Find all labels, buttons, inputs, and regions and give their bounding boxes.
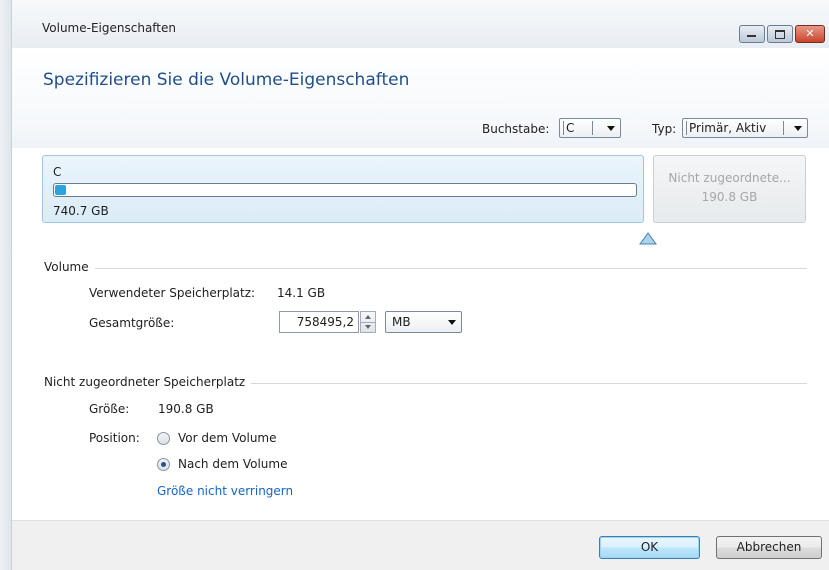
spin-down-button[interactable] — [361, 322, 375, 332]
arrow-up-icon — [365, 315, 371, 319]
unallocated-section-title: Nicht zugeordneter Speicherplatz — [44, 375, 252, 389]
total-size-input[interactable]: 758495,2 — [279, 311, 359, 333]
chevron-down-icon — [448, 320, 456, 325]
total-size-value: 758495,2 — [296, 315, 354, 329]
volume-usage-bar — [53, 183, 637, 197]
radio-selected-dot — [161, 462, 166, 467]
unallocated-size: 190.8 GB — [701, 190, 758, 204]
used-space-value: 14.1 GB — [277, 286, 326, 300]
unallocated-partition-block[interactable]: Nicht zugeordnete... 190.8 GB — [653, 155, 806, 223]
unit-dropdown[interactable]: MB — [385, 311, 462, 333]
total-size-spinner[interactable] — [360, 311, 376, 333]
volume-section-title: Volume — [44, 260, 95, 274]
chevron-down-icon — [794, 126, 802, 131]
window-left-edge — [0, 0, 12, 570]
unallocated-label: Nicht zugeordnete... — [668, 171, 791, 185]
radio-before-volume[interactable] — [157, 432, 170, 445]
position-label: Position: — [89, 431, 140, 445]
total-size-label: Gesamtgröße: — [89, 316, 175, 330]
chevron-down-icon — [607, 126, 615, 131]
section-divider — [44, 268, 807, 269]
unallocated-size-value: 190.8 GB — [158, 402, 214, 416]
letter-label: Buchstabe: — [482, 122, 550, 136]
letter-dropdown-value: C — [566, 121, 575, 135]
radio-after-volume[interactable] — [157, 458, 170, 471]
letter-dropdown[interactable]: C — [559, 118, 621, 138]
radio-before-volume-label[interactable]: Vor dem Volume — [178, 431, 277, 445]
caption-buttons: ✕ — [737, 25, 825, 43]
close-icon: ✕ — [805, 27, 815, 40]
do-not-shrink-link[interactable]: Größe nicht verringern — [157, 484, 293, 498]
volume-section-header: Volume — [44, 260, 807, 276]
unallocated-size-label: Größe: — [89, 402, 130, 416]
minimize-button[interactable] — [739, 25, 765, 43]
volume-partition-block[interactable]: C 740.7 GB — [42, 155, 644, 223]
arrow-down-icon — [365, 325, 371, 329]
maximize-button[interactable] — [767, 25, 793, 43]
ok-button[interactable]: OK — [599, 536, 700, 559]
radio-after-volume-label[interactable]: Nach dem Volume — [178, 457, 287, 471]
volume-letter: C — [53, 165, 62, 179]
volume-usage-fill — [55, 185, 66, 195]
minimize-icon — [747, 35, 756, 37]
maximize-icon — [775, 30, 785, 39]
window-title: Volume-Eigenschaften — [42, 21, 176, 35]
type-dropdown[interactable]: Primär, Aktiv — [682, 118, 808, 138]
resize-handle-icon[interactable] — [638, 228, 658, 248]
used-space-label: Verwendeter Speicherplatz: — [89, 286, 256, 300]
page-heading: Spezifizieren Sie die Volume-Eigenschaft… — [43, 70, 410, 90]
unit-dropdown-value: MB — [392, 315, 411, 329]
title-bar[interactable]: Volume-Eigenschaften ✕ — [12, 0, 829, 48]
type-label: Typ: — [652, 122, 677, 136]
properties-dialog: Volume-Eigenschaften ✕ Spezifizieren Sie… — [0, 0, 829, 570]
cancel-button[interactable]: Abbrechen — [716, 536, 822, 559]
dialog-footer: OK Abbrechen — [12, 520, 829, 570]
type-dropdown-value: Primär, Aktiv — [689, 121, 767, 135]
close-button[interactable]: ✕ — [795, 25, 825, 43]
unallocated-section-header: Nicht zugeordneter Speicherplatz — [44, 375, 807, 391]
volume-size: 740.7 GB — [53, 204, 109, 218]
